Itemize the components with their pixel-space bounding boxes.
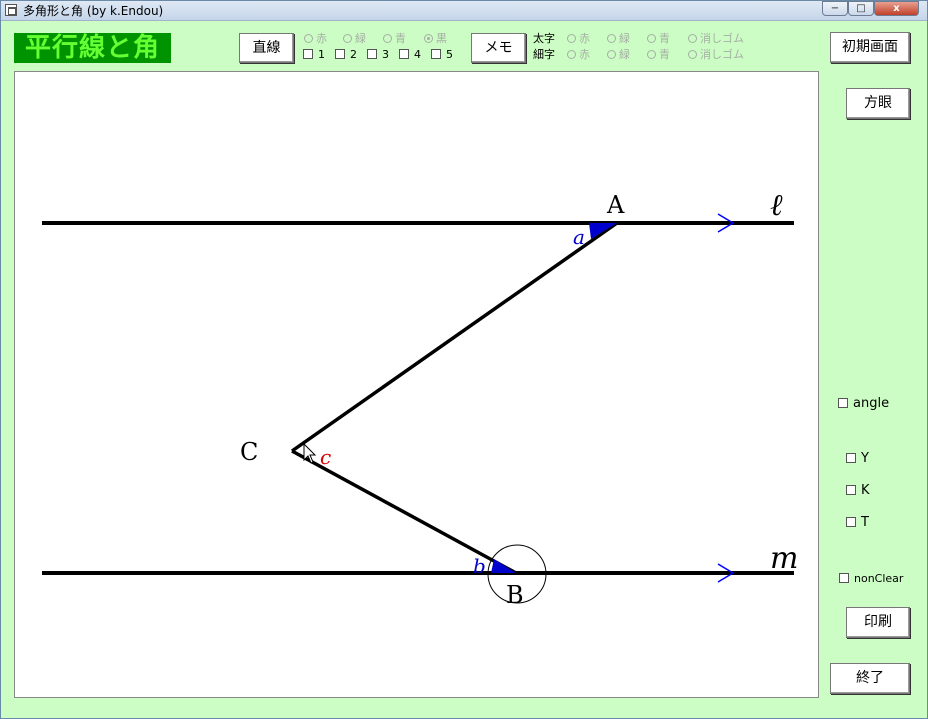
line-l-label: ℓ (770, 188, 783, 223)
line-color-green-radio[interactable]: 緑 (343, 32, 366, 45)
radio-icon (607, 34, 616, 43)
minimize-button[interactable]: − (822, 1, 848, 16)
radio-icon (343, 34, 352, 43)
radio-icon (647, 34, 656, 43)
app-icon (5, 4, 17, 16)
app-window: 多角形と角 (by k.Endou) − □ x 平行線と角 直線 赤 緑 青 … (0, 0, 928, 719)
line-color-black-radio[interactable]: 黒 (424, 32, 447, 45)
angle-b-label: b (473, 554, 486, 578)
checkbox-icon (839, 573, 849, 583)
k-checkbox[interactable]: K (846, 484, 870, 498)
thin-green-radio[interactable]: 緑 (607, 48, 630, 61)
print-button[interactable]: 印刷 (846, 607, 910, 638)
y-checkbox[interactable]: Y (846, 452, 869, 466)
window-title: 多角形と角 (by k.Endou) (23, 4, 164, 18)
radio-icon (647, 50, 656, 59)
angle-a-marker (589, 223, 617, 239)
page-title: 平行線と角 (14, 33, 171, 63)
radio-icon (383, 34, 392, 43)
exit-button[interactable]: 終了 (830, 663, 910, 694)
radio-icon (304, 34, 313, 43)
grid-button[interactable]: 方眼 (846, 88, 910, 119)
title-bar[interactable]: 多角形と角 (by k.Endou) − □ x (1, 1, 927, 21)
angle-b-marker (491, 559, 516, 573)
point-a-label: A (606, 191, 625, 219)
line-1-checkbox[interactable]: 1 (303, 48, 325, 62)
checkbox-icon (846, 485, 856, 495)
line-button[interactable]: 直線 (239, 33, 294, 63)
bold-eraser-radio[interactable]: 消しゴム (688, 32, 744, 45)
line-5-checkbox[interactable]: 5 (431, 48, 453, 62)
checkbox-icon (838, 398, 848, 408)
radio-icon (567, 34, 576, 43)
close-button[interactable]: x (874, 1, 919, 16)
t-checkbox[interactable]: T (846, 516, 869, 530)
line-color-red-radio[interactable]: 赤 (304, 32, 327, 45)
memo-button[interactable]: メモ (471, 33, 526, 63)
checkbox-icon (399, 49, 409, 59)
bold-blue-radio[interactable]: 青 (647, 32, 670, 45)
radio-icon (567, 50, 576, 59)
radio-icon (688, 34, 697, 43)
line-color-blue-radio[interactable]: 青 (383, 32, 406, 45)
checkbox-icon (303, 49, 313, 59)
nonclear-checkbox[interactable]: nonClear (839, 572, 903, 586)
checkbox-icon (367, 49, 377, 59)
radio-icon (688, 50, 697, 59)
bold-pen-label: 太字 (533, 32, 555, 45)
checkbox-icon (431, 49, 441, 59)
radio-icon (607, 50, 616, 59)
checkbox-icon (335, 49, 345, 59)
line-3-checkbox[interactable]: 3 (367, 48, 389, 62)
angle-c-label: c (320, 445, 331, 469)
thin-pen-label: 細字 (533, 48, 555, 61)
angle-a-label: a (573, 225, 585, 249)
point-c-label: C (240, 438, 258, 466)
maximize-button[interactable]: □ (848, 1, 874, 16)
thin-blue-radio[interactable]: 青 (647, 48, 670, 61)
checkbox-icon (846, 517, 856, 527)
geometry-diagram: A B C ℓ m a b c (42, 188, 798, 609)
angle-checkbox[interactable]: angle (838, 397, 889, 411)
bold-green-radio[interactable]: 緑 (607, 32, 630, 45)
checkbox-icon (846, 453, 856, 463)
bold-red-radio[interactable]: 赤 (567, 32, 590, 45)
drawing-canvas[interactable]: A B C ℓ m a b c (14, 71, 819, 698)
thin-red-radio[interactable]: 赤 (567, 48, 590, 61)
radio-selected-icon (424, 34, 433, 43)
segment-ac (290, 221, 619, 453)
thin-eraser-radio[interactable]: 消しゴム (688, 48, 744, 61)
reset-view-button[interactable]: 初期画面 (830, 32, 910, 63)
line-2-checkbox[interactable]: 2 (335, 48, 357, 62)
line-m-label: m (770, 541, 798, 576)
line-4-checkbox[interactable]: 4 (399, 48, 421, 62)
point-b-label: B (506, 581, 524, 609)
